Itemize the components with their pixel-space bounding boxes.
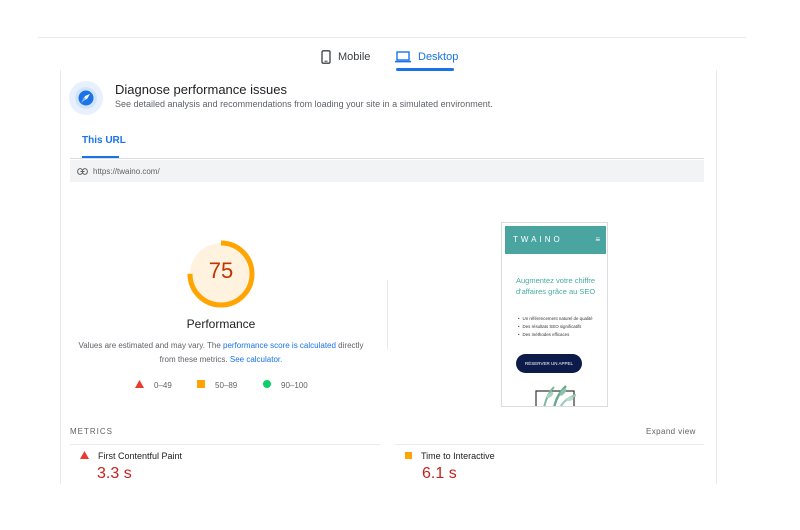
page-screenshot: TWAINO ≡ Augmentez votre chiffre d'affai… [501,222,608,407]
metrics-title: METRICS [70,427,113,436]
metric-value: 6.1 s [422,465,457,482]
triangle-icon [80,451,89,461]
top-divider [38,37,746,38]
metric-name: First Contentful Paint [98,451,183,461]
screenshot-cta-button: RÉSERVER UN APPEL [516,354,582,373]
tab-this-url[interactable]: This URL [82,135,126,146]
legend-pass-label: 90–100 [281,380,308,390]
screenshot-bullets: Un référencement naturel de qualité Des … [522,315,604,339]
screenshot-heading: Augmentez votre chiffre d'affaires grâce… [516,276,596,296]
triangle-icon [135,380,144,390]
score-note: Values are estimated and may vary. The p… [70,339,372,367]
url-text: https://twaino.com/ [93,166,160,176]
hamburger-icon: ≡ [595,235,600,244]
tab-mobile[interactable]: Mobile [321,44,370,70]
tab-mobile-label: Mobile [338,51,371,63]
list-item: Des méthodes efficaces [522,331,604,339]
list-item: Des résultats SEO significatifs [522,323,604,331]
compass-icon [69,81,103,115]
tab-desktop[interactable]: Desktop [395,44,458,70]
performance-score: 75 [208,258,234,283]
performance-label: Performance [186,317,256,331]
performance-score-link[interactable]: performance score is calculated [223,341,336,350]
note-prefix: Values are estimated and may vary. The [78,341,223,350]
list-item: Un référencement naturel de qualité [522,315,604,323]
circle-icon [263,380,271,390]
metric-first-contentful-paint: First Contentful Paint 3.3 s [80,451,182,483]
diagnose-title: Diagnose performance issues [115,82,287,97]
vertical-divider [387,280,388,350]
diagnose-subtitle: See detailed analysis and recommendation… [115,99,493,109]
phone-icon [321,50,331,64]
calculator-link[interactable]: See calculator. [230,355,282,364]
laptop-icon [395,51,411,63]
screenshot-header: TWAINO ≡ [505,226,606,254]
report-panel [60,70,717,484]
legend-pass: 90–100 [263,379,308,391]
metric-name: Time to Interactive [421,451,495,461]
legend-fail: 0–49 [135,379,172,391]
url-bar: https://twaino.com/ [70,160,704,182]
plant-illustration-icon [535,385,577,406]
square-icon [197,380,205,390]
url-tabs-divider [70,158,704,159]
link-icon [77,167,88,175]
legend-average: 50–89 [197,379,237,391]
device-tabs: Mobile Desktop [0,44,800,72]
screenshot-logo: TWAINO [513,235,563,244]
tab-desktop-label: Desktop [418,51,459,63]
legend-average-label: 50–89 [215,380,238,390]
expand-view-toggle[interactable]: Expand view [646,427,696,436]
metrics-divider-left [70,444,380,445]
legend-fail-label: 0–49 [154,380,172,390]
square-icon [405,451,412,461]
metrics-divider-right [395,444,704,445]
metric-time-to-interactive: Time to Interactive 6.1 s [405,451,495,483]
metric-value: 3.3 s [97,465,132,482]
